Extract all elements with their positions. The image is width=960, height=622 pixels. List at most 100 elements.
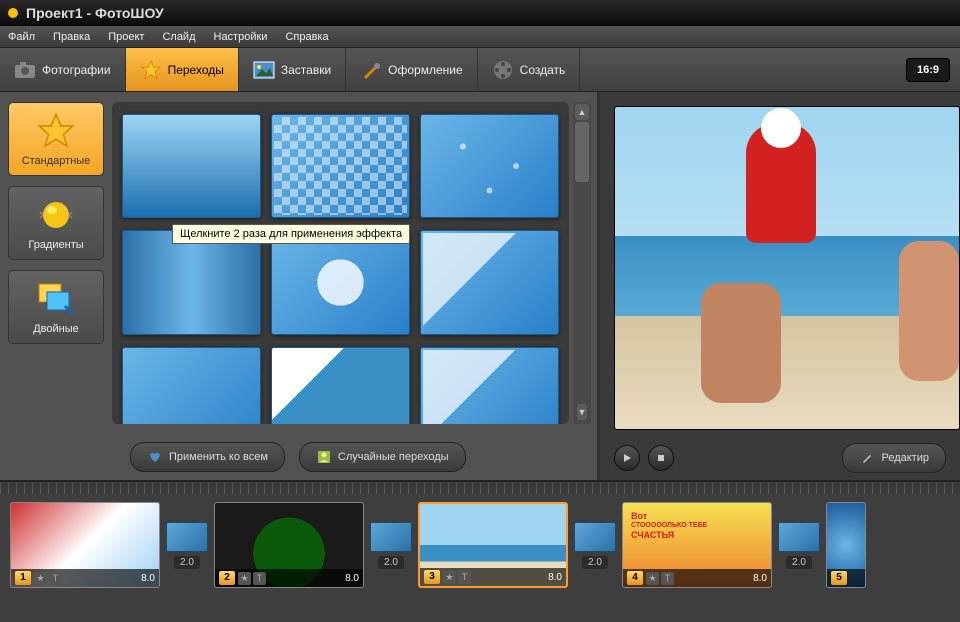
timeline-slide[interactable]: 1 ★T 8.0 — [10, 502, 160, 588]
category-list: Стандартные Градиенты Двойные — [0, 92, 112, 434]
tab-design[interactable]: Оформление — [346, 48, 477, 91]
app-icon — [8, 8, 18, 18]
timeline-slide[interactable]: Вот СТОООООЛЬКО ТЕБЕ СЧАСТЬЯ 4 ★T 8.0 — [622, 502, 772, 588]
transition-preview-icon[interactable] — [370, 522, 412, 552]
slide-number: 4 — [627, 571, 643, 585]
user-icon — [316, 449, 332, 465]
slide-number: 5 — [831, 571, 847, 585]
timeline-track[interactable]: 1 ★T 8.0 2.0 2 ★T 8.0 2.0 — [0, 494, 960, 596]
menu-slide[interactable]: Слайд — [162, 31, 195, 43]
transition-thumb[interactable] — [420, 230, 559, 334]
transition-thumb[interactable] — [122, 114, 261, 218]
transition-preview-icon[interactable] — [778, 522, 820, 552]
category-gradients-label: Градиенты — [13, 239, 99, 251]
timeline-slide[interactable]: 2 ★T 8.0 — [214, 502, 364, 588]
transition-duration[interactable]: 2.0 — [174, 556, 200, 569]
timeline-slide[interactable]: 3 ★T 8.0 — [418, 502, 568, 588]
timeline-slide[interactable]: 5 — [826, 502, 866, 588]
slide-duration[interactable]: 8.0 — [345, 573, 359, 584]
random-label: Случайные переходы — [338, 451, 449, 463]
star-small-icon[interactable]: ★ — [34, 572, 47, 585]
slide-number: 1 — [15, 571, 31, 585]
tab-intros-label: Заставки — [281, 63, 331, 77]
category-double[interactable]: Двойные — [8, 270, 104, 344]
tab-intros[interactable]: Заставки — [239, 48, 346, 91]
transition-thumb[interactable] — [271, 230, 410, 334]
scroll-down-icon[interactable]: ▼ — [577, 404, 587, 420]
star-small-icon[interactable]: ★ — [443, 571, 456, 584]
star-small-icon[interactable]: ★ — [646, 572, 659, 585]
timeline-transition[interactable]: 2.0 — [370, 522, 412, 569]
slide-number: 2 — [219, 571, 235, 585]
category-double-label: Двойные — [13, 323, 99, 335]
tab-transitions-label: Переходы — [168, 63, 224, 77]
menu-help[interactable]: Справка — [285, 31, 328, 43]
tab-photos-label: Фотографии — [42, 63, 111, 77]
transition-preview-icon[interactable] — [166, 522, 208, 552]
tooltip: Щелкните 2 раза для применения эффекта — [172, 224, 410, 244]
transition-thumb[interactable] — [271, 347, 410, 425]
tab-design-label: Оформление — [388, 63, 462, 77]
transition-preview-icon[interactable] — [574, 522, 616, 552]
timeline-transition[interactable]: 2.0 — [166, 522, 208, 569]
random-button[interactable]: Случайные переходы — [299, 442, 466, 472]
slide4-text-l3: СЧАСТЬЯ — [631, 530, 707, 541]
titlebar: Проект1 - ФотоШОУ — [0, 0, 960, 26]
preview-controls: Редактир — [600, 436, 960, 480]
text-small-icon[interactable]: T — [661, 572, 674, 585]
text-small-icon[interactable]: T — [49, 572, 62, 585]
slide-duration[interactable]: 8.0 — [141, 573, 155, 584]
preview-panel: Редактир — [600, 92, 960, 480]
gallery-scrollbar[interactable]: ▲ ▼ — [573, 102, 591, 424]
menubar: Файл Правка Проект Слайд Настройки Справ… — [0, 26, 960, 48]
star-icon — [36, 111, 76, 151]
apply-all-button[interactable]: Применить ко всем — [130, 442, 285, 472]
category-gradients[interactable]: Градиенты — [8, 186, 104, 260]
timeline-ruler — [0, 482, 960, 494]
transition-thumb[interactable] — [271, 114, 410, 218]
menu-edit[interactable]: Правка — [53, 31, 90, 43]
stop-button[interactable] — [648, 445, 674, 471]
tab-create-label: Создать — [520, 63, 566, 77]
transition-thumb[interactable] — [122, 230, 261, 334]
preview-image[interactable] — [614, 106, 960, 430]
transition-thumb[interactable] — [420, 347, 559, 425]
slide4-text-l2: СТОООООЛЬКО ТЕБЕ — [631, 522, 707, 530]
menu-project[interactable]: Проект — [108, 31, 144, 43]
scroll-up-icon[interactable]: ▲ — [575, 104, 589, 120]
category-standard[interactable]: Стандартные — [8, 102, 104, 176]
transitions-actions: Применить ко всем Случайные переходы — [0, 434, 597, 480]
window-title: Проект1 - ФотоШОУ — [26, 5, 164, 21]
menu-settings[interactable]: Настройки — [214, 31, 268, 43]
text-small-icon[interactable]: T — [458, 571, 471, 584]
transition-duration[interactable]: 2.0 — [786, 556, 812, 569]
menu-file[interactable]: Файл — [8, 31, 35, 43]
transition-thumb[interactable] — [122, 347, 261, 425]
tab-photos[interactable]: Фотографии — [0, 48, 126, 91]
star-small-icon[interactable]: ★ — [238, 572, 251, 585]
transition-duration[interactable]: 2.0 — [378, 556, 404, 569]
slide4-text-l1: Вот — [631, 511, 707, 522]
timeline: 1 ★T 8.0 2.0 2 ★T 8.0 2.0 — [0, 480, 960, 622]
brush-icon — [360, 59, 382, 81]
star-icon — [140, 59, 162, 81]
slide-duration[interactable]: 8.0 — [548, 572, 562, 583]
transition-thumb[interactable] — [420, 114, 559, 218]
reel-icon — [492, 59, 514, 81]
aspect-ratio-button[interactable]: 16:9 — [906, 58, 950, 82]
slide-duration[interactable]: 8.0 — [753, 573, 767, 584]
tab-transitions[interactable]: Переходы — [126, 48, 239, 91]
category-standard-label: Стандартные — [13, 155, 99, 167]
picture-icon — [253, 59, 275, 81]
scrollbar-thumb[interactable] — [575, 122, 589, 182]
play-button[interactable] — [614, 445, 640, 471]
timeline-transition[interactable]: 2.0 — [574, 522, 616, 569]
pencil-icon — [859, 450, 875, 466]
text-small-icon[interactable]: T — [253, 572, 266, 585]
timeline-transition[interactable]: 2.0 — [778, 522, 820, 569]
transition-duration[interactable]: 2.0 — [582, 556, 608, 569]
main-tabs: Фотографии Переходы Заставки Оформление … — [0, 48, 960, 92]
transitions-panel: Стандартные Градиенты Двойные — [0, 92, 600, 480]
tab-create[interactable]: Создать — [478, 48, 581, 91]
edit-slide-button[interactable]: Редактир — [842, 443, 946, 473]
